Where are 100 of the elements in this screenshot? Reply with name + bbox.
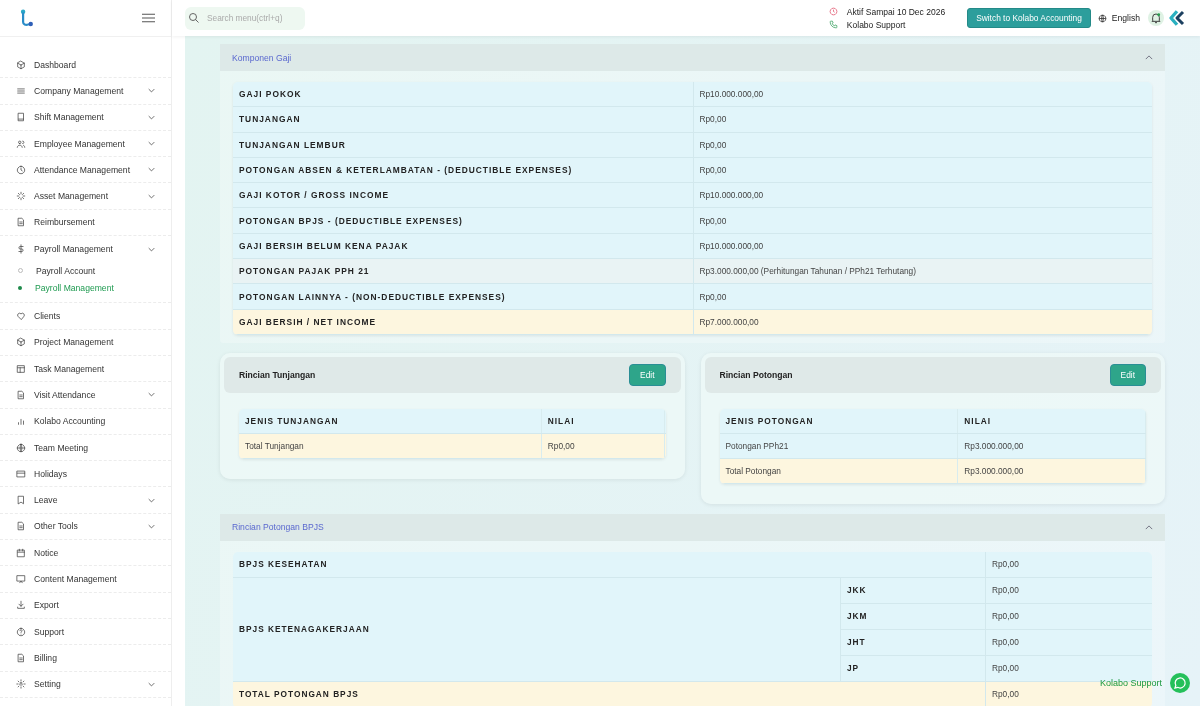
sidebar-item[interactable]: Other Tools — [34, 521, 148, 532]
search-field[interactable]: Search menu(ctrl+q) — [185, 6, 305, 30]
clock-icon — [828, 7, 838, 16]
table-cell: Rp0,00 — [992, 689, 1019, 700]
calendar-icon — [16, 547, 26, 558]
sidebar-item[interactable]: Notice — [34, 547, 155, 558]
tablet-icon — [16, 112, 26, 123]
subscription-text: Aktif Sampai 10 Dec 2026 — [846, 6, 946, 17]
chevron-icon[interactable] — [1145, 524, 1153, 530]
sidebar-item[interactable]: Team Meeting — [34, 442, 155, 453]
heart-icon — [16, 311, 26, 321]
table-cell: Rp0,00 — [692, 107, 1152, 132]
card-icon — [16, 468, 26, 479]
sidebar-item[interactable]: Clients — [34, 311, 155, 321]
section-title[interactable]: Komponen Gaji — [232, 52, 292, 63]
sidebar-item[interactable]: Export — [34, 600, 155, 611]
chevron-down-icon[interactable] — [148, 167, 155, 173]
sidebar-item[interactable]: Attendance Management — [34, 164, 148, 175]
menu-icon[interactable] — [142, 13, 155, 23]
table-cell: Rp0,00 — [992, 559, 1019, 570]
sidebar-item[interactable]: Billing — [34, 652, 155, 663]
clock-icon — [16, 164, 26, 175]
table-cell: Total Potongan — [719, 458, 959, 483]
sidebar-item[interactable]: Employee Management — [34, 138, 148, 149]
table-cell: Rp0,00 — [692, 132, 1152, 157]
sidebar-item[interactable]: Content Management — [34, 574, 155, 584]
sidebar-item[interactable]: Asset Management — [34, 191, 148, 202]
section-title[interactable]: Rincian Potongan BPJS — [232, 522, 324, 533]
table-cell: Rp7.000.000,00 — [692, 309, 1152, 334]
table-cell: TOTAL POTONGAN BPJS — [239, 689, 359, 700]
chevron-down-icon[interactable] — [148, 193, 155, 199]
column-header: JENIS POTONGAN — [719, 408, 959, 433]
bookmark-icon — [16, 495, 26, 506]
chevron-icon[interactable] — [1145, 55, 1153, 60]
table-cell-text: TUNJANGAN LEMBUR — [238, 139, 347, 150]
cube-icon — [16, 59, 26, 70]
sidebar-item[interactable]: Project Management — [34, 337, 155, 348]
table-cell: JHT — [847, 637, 866, 648]
document-icon — [16, 521, 26, 532]
table-cell: JP — [847, 663, 860, 674]
table-cell-text: TUNJANGAN — [238, 114, 302, 125]
table-cell-text: GAJI POKOK — [238, 89, 303, 100]
card-title: Rincian Tunjangan — [239, 369, 316, 380]
chevron-down-icon[interactable] — [148, 392, 155, 398]
chevron-down-icon[interactable] — [148, 88, 155, 94]
table-cell: Rp0,00 — [692, 284, 1152, 309]
table-cell: Rp0,00 — [992, 585, 1019, 596]
sidebar-item[interactable]: Payroll Management — [34, 244, 148, 255]
table-cell: Potongan PPh21 — [719, 433, 959, 458]
sidebar-item[interactable]: Support — [34, 626, 155, 637]
column-header: NILAI — [541, 408, 666, 433]
table-cell: Rp3.000.000,00 — [958, 458, 1146, 483]
search-icon — [188, 12, 200, 24]
bar-chart-icon — [16, 416, 26, 427]
table-cell-text: GAJI KOTOR / GROSS INCOME — [238, 190, 391, 201]
logo-icon[interactable] — [1168, 9, 1186, 27]
chevron-down-icon[interactable] — [148, 523, 155, 529]
table-cell: Rp0,00 — [992, 611, 1019, 622]
table-cell: Total Tunjangan — [239, 433, 542, 458]
chat-label[interactable]: Kolabo Support — [1099, 678, 1162, 688]
users-icon — [16, 138, 26, 149]
table-cell: Rp0,00 — [692, 208, 1152, 233]
submenu-item[interactable]: Payroll Account — [36, 265, 96, 276]
chevron-down-icon[interactable] — [148, 681, 155, 687]
sidebar-item[interactable]: Dashboard — [34, 59, 155, 70]
chevron-down-icon[interactable] — [148, 246, 155, 252]
sidebar-item[interactable]: Kolabo Accounting — [34, 416, 155, 427]
list-icon — [16, 85, 26, 96]
phone-icon — [828, 20, 838, 29]
sidebar-item[interactable]: Setting — [34, 679, 148, 690]
table-cell: Rp3.000.000,00 — [958, 433, 1146, 458]
table-cell: Rp10.000.000,00 — [692, 233, 1152, 259]
download-icon — [16, 600, 26, 611]
sidebar-item[interactable]: Reimbursement — [34, 217, 155, 228]
help-icon — [16, 626, 26, 637]
support-text[interactable]: Kolabo Support — [846, 19, 906, 30]
sidebar-item[interactable]: Shift Management — [34, 112, 148, 123]
table-cell: Rp0,00 — [992, 637, 1019, 648]
submenu-item[interactable]: Payroll Management — [35, 282, 114, 293]
sidebar-item[interactable]: Leave — [34, 495, 148, 506]
globe-icon[interactable] — [1097, 13, 1107, 23]
sidebar-item[interactable]: Task Management — [34, 363, 155, 374]
table-cell: Rp0,00 — [692, 157, 1152, 183]
monitor-icon — [16, 574, 26, 584]
table-cell-text: POTONGAN LAINNYA - (NON-DEDUCTIBLE EXPENSES) — [238, 291, 507, 302]
notification-icon[interactable] — [1148, 10, 1164, 26]
sidebar-item[interactable]: Visit Attendance — [34, 389, 148, 400]
language-selector[interactable]: English — [1111, 13, 1140, 23]
sidebar-item[interactable]: Company Management — [34, 85, 148, 96]
cube-icon — [16, 337, 26, 348]
chat-icon[interactable] — [1170, 673, 1190, 693]
document-icon — [16, 652, 26, 663]
chevron-down-icon[interactable] — [148, 141, 155, 147]
column-header: NILAI — [958, 408, 1146, 433]
logo-icon — [18, 8, 35, 28]
table-cell-text: POTONGAN ABSEN & KETERLAMBATAN - (DEDUCTIBLE EXPENSES) — [238, 165, 574, 176]
sidebar-item[interactable]: Holidays — [34, 468, 155, 479]
chevron-down-icon[interactable] — [148, 114, 155, 120]
chevron-down-icon[interactable] — [148, 497, 155, 503]
loader-icon — [16, 191, 26, 202]
